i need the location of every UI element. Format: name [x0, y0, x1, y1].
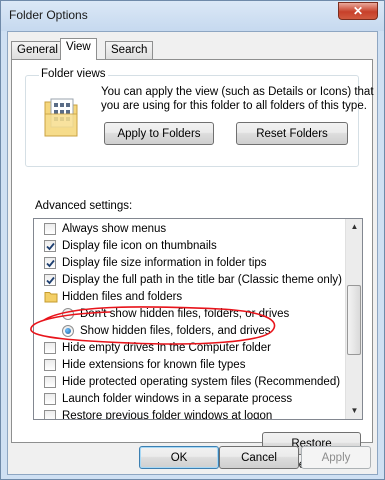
folder-icon: [44, 292, 58, 303]
apply-to-folders-button[interactable]: Apply to Folders: [104, 122, 214, 145]
folder-options-window: Folder Options ✕ General View Search Fol…: [0, 0, 385, 480]
advanced-settings-label: Advanced settings:: [35, 200, 133, 212]
checkbox[interactable]: [44, 376, 56, 388]
radio-button[interactable]: [62, 308, 74, 320]
list-item-label: Launch folder windows in a separate proc…: [62, 393, 293, 405]
checkbox[interactable]: [44, 410, 56, 419]
ok-button[interactable]: OK: [139, 446, 219, 469]
tab-view[interactable]: View: [60, 38, 97, 60]
checkbox[interactable]: [44, 257, 56, 269]
list-item[interactable]: Show hidden files, folders, and drives: [34, 323, 344, 340]
list-item: Hidden files and folders: [34, 289, 344, 306]
tab-general-label: General: [17, 44, 58, 56]
apply-button[interactable]: Apply: [301, 446, 371, 469]
arrow-up-icon: ▲: [350, 222, 359, 231]
scroll-up-button[interactable]: ▲: [347, 219, 362, 235]
list-item[interactable]: Restore previous folder windows at logon: [34, 408, 344, 420]
list-item-label: Hide empty drives in the Computer folder: [62, 342, 272, 354]
list-item[interactable]: Launch folder windows in a separate proc…: [34, 391, 344, 408]
list-item-label: Always show menus: [62, 223, 167, 235]
scroll-thumb[interactable]: [347, 285, 361, 355]
cancel-button[interactable]: Cancel: [219, 446, 299, 469]
list-item[interactable]: Hide protected operating system files (R…: [34, 374, 344, 391]
list-item-label: Display file size information in folder …: [62, 257, 267, 269]
radio-button[interactable]: [62, 325, 74, 337]
list-item-label: Hide protected operating system files (R…: [62, 376, 341, 388]
checkbox[interactable]: [44, 223, 56, 235]
tab-search[interactable]: Search: [105, 41, 154, 60]
list-item-label: Display the full path in the title bar (…: [62, 274, 342, 286]
list-item-label: Show hidden files, folders, and drives: [80, 325, 271, 337]
folder-grid-icon: [44, 98, 78, 137]
vertical-scrollbar[interactable]: ▲ ▼: [345, 219, 362, 419]
reset-folders-button[interactable]: Reset Folders: [236, 122, 348, 145]
radio-selected-dot: [65, 328, 71, 334]
scroll-down-button[interactable]: ▼: [347, 403, 362, 419]
list-item-label: Hide extensions for known file types: [62, 359, 246, 371]
list-item[interactable]: Don't show hidden files, folders, or dri…: [34, 306, 344, 323]
list-item-label: Display file icon on thumbnails: [62, 240, 217, 252]
checkbox[interactable]: [44, 274, 56, 286]
tab-general[interactable]: General: [11, 41, 64, 60]
title-bar[interactable]: Folder Options ✕: [1, 1, 384, 31]
arrow-down-icon: ▼: [350, 406, 359, 415]
close-icon: ✕: [352, 4, 364, 18]
list-item[interactable]: Always show menus: [34, 221, 344, 238]
list-item[interactable]: Hide empty drives in the Computer folder: [34, 340, 344, 357]
close-button[interactable]: ✕: [338, 2, 378, 20]
list-item[interactable]: Display the full path in the title bar (…: [34, 272, 344, 289]
checkbox[interactable]: [44, 342, 56, 354]
checkbox[interactable]: [44, 393, 56, 405]
tab-view-label: View: [66, 41, 91, 53]
list-item-label: Restore previous folder windows at logon: [62, 410, 273, 420]
folder-views-description-line2: you are using for this folder to all fol…: [101, 100, 367, 112]
list-item[interactable]: Display file size information in folder …: [34, 255, 344, 272]
folder-views-legend: Folder views: [39, 68, 108, 80]
dialog-client: General View Search Folder views You can…: [7, 31, 378, 475]
checkbox[interactable]: [44, 240, 56, 252]
list-item-label: Hidden files and folders: [62, 291, 183, 303]
folder-views-description-line1: You can apply the view (such as Details …: [101, 86, 374, 98]
checkbox[interactable]: [44, 359, 56, 371]
list-item-label: Don't show hidden files, folders, or dri…: [80, 308, 290, 320]
tab-search-label: Search: [111, 44, 148, 56]
list-item[interactable]: Display file icon on thumbnails: [34, 238, 344, 255]
advanced-settings-list[interactable]: Always show menus Display file icon on th…: [33, 218, 363, 420]
list-item[interactable]: Hide extensions for known file types: [34, 357, 344, 374]
view-tab-panel: Folder views You can apply the view (suc…: [11, 59, 374, 471]
window-title: Folder Options: [9, 8, 88, 22]
